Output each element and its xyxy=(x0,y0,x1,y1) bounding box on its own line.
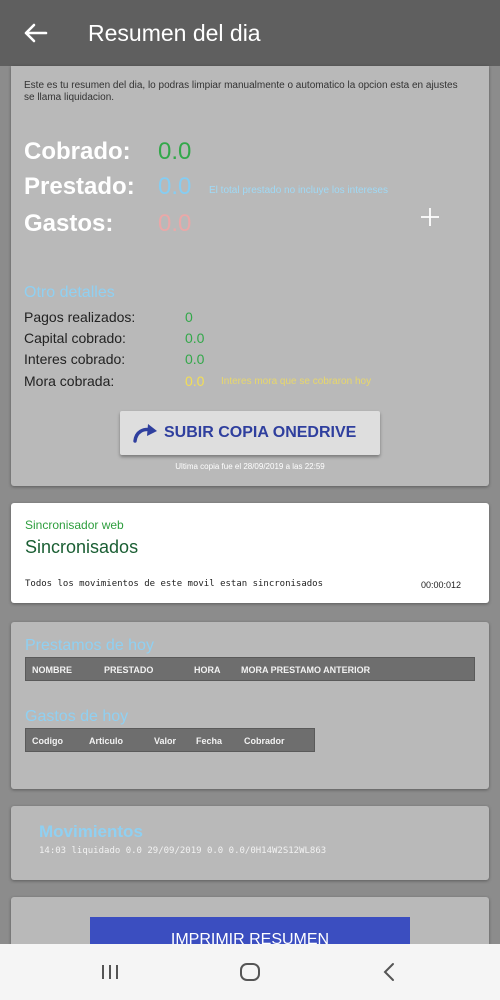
col-nombre: NOMBRE xyxy=(32,665,72,675)
capital-value: 0.0 xyxy=(185,330,205,346)
back-chevron-icon[interactable] xyxy=(378,961,402,983)
movements-title: Movimientos xyxy=(39,822,143,841)
pagos-label: Pagos realizados: xyxy=(24,309,136,325)
recents-icon[interactable] xyxy=(98,961,122,983)
app-bar: Resumen del dia xyxy=(0,0,500,66)
summary-card: Este es tu resumen del dia, lo podras li… xyxy=(11,66,489,486)
capital-label: Capital cobrado: xyxy=(24,330,126,346)
redo-arrow-icon xyxy=(133,424,157,443)
upload-onedrive-label: SUBIR COPIA ONEDRIVE xyxy=(164,424,357,441)
gastos-value: 0.0 xyxy=(158,210,192,237)
mora-label: Mora cobrada: xyxy=(24,373,115,389)
interes-value: 0.0 xyxy=(185,351,205,367)
intro-text: Este es tu resumen del dia, lo podras li… xyxy=(24,80,458,103)
gastos-label: Gastos: xyxy=(24,210,114,237)
details-title: Otro detalles xyxy=(24,284,115,301)
pagos-value: 0 xyxy=(185,309,193,325)
upload-onedrive-button[interactable]: SUBIR COPIA ONEDRIVE xyxy=(120,411,380,455)
prestado-label: Prestado: xyxy=(24,173,135,200)
system-nav-bar xyxy=(0,944,500,1000)
home-icon[interactable] xyxy=(238,961,262,983)
mora-value: 0.0 xyxy=(185,373,205,389)
sync-message: Todos los movimientos de este movil esta… xyxy=(25,579,324,589)
sync-label: Sincronisador web xyxy=(25,518,124,532)
col-prestado: PRESTADO xyxy=(104,665,154,675)
sync-card: Sincronisador web Sincronisados Todos lo… xyxy=(11,503,489,603)
plus-icon[interactable] xyxy=(419,206,441,228)
col-articulo: Articulo xyxy=(89,736,124,746)
col-hora: HORA xyxy=(194,665,221,675)
last-copy-text: Ultima copia fue el 28/09/2019 a las 22:… xyxy=(175,462,325,471)
movement-entry: 14:03 liquidado 0.0 29/09/2019 0.0 0.0/0… xyxy=(39,846,327,856)
gastos-title: Gastos de hoy xyxy=(25,708,129,725)
cobrado-value: 0.0 xyxy=(158,138,192,165)
page-title: Resumen del dia xyxy=(88,20,261,46)
today-tables-card: Prestamos de hoy NOMBRE PRESTADO HORA MO… xyxy=(11,622,489,789)
interes-label: Interes cobrado: xyxy=(24,351,126,367)
gastos-table-header: Codigo Articulo Valor Fecha Cobrador xyxy=(25,728,315,752)
movements-card: Movimientos 14:03 liquidado 0.0 29/09/20… xyxy=(11,806,489,880)
prestado-note: El total prestado no incluye los interes… xyxy=(209,185,388,196)
col-fecha: Fecha xyxy=(196,736,223,746)
prestado-value: 0.0 xyxy=(158,173,192,200)
arrow-left-icon[interactable] xyxy=(20,18,50,48)
col-cobrador: Cobrador xyxy=(244,736,285,746)
col-valor: Valor xyxy=(154,736,177,746)
col-codigo: Codigo xyxy=(32,736,63,746)
prestamos-table-header: NOMBRE PRESTADO HORA MORA PRESTAMO ANTER… xyxy=(25,657,475,681)
col-mora-anterior: MORA PRESTAMO ANTERIOR xyxy=(241,665,371,675)
sync-time: 00:00:012 xyxy=(421,580,462,590)
mora-note: Interes mora que se cobraron hoy xyxy=(221,376,372,387)
sync-status: Sincronisados xyxy=(25,537,139,557)
cobrado-label: Cobrado: xyxy=(24,138,131,165)
prestamos-title: Prestamos de hoy xyxy=(25,637,154,654)
